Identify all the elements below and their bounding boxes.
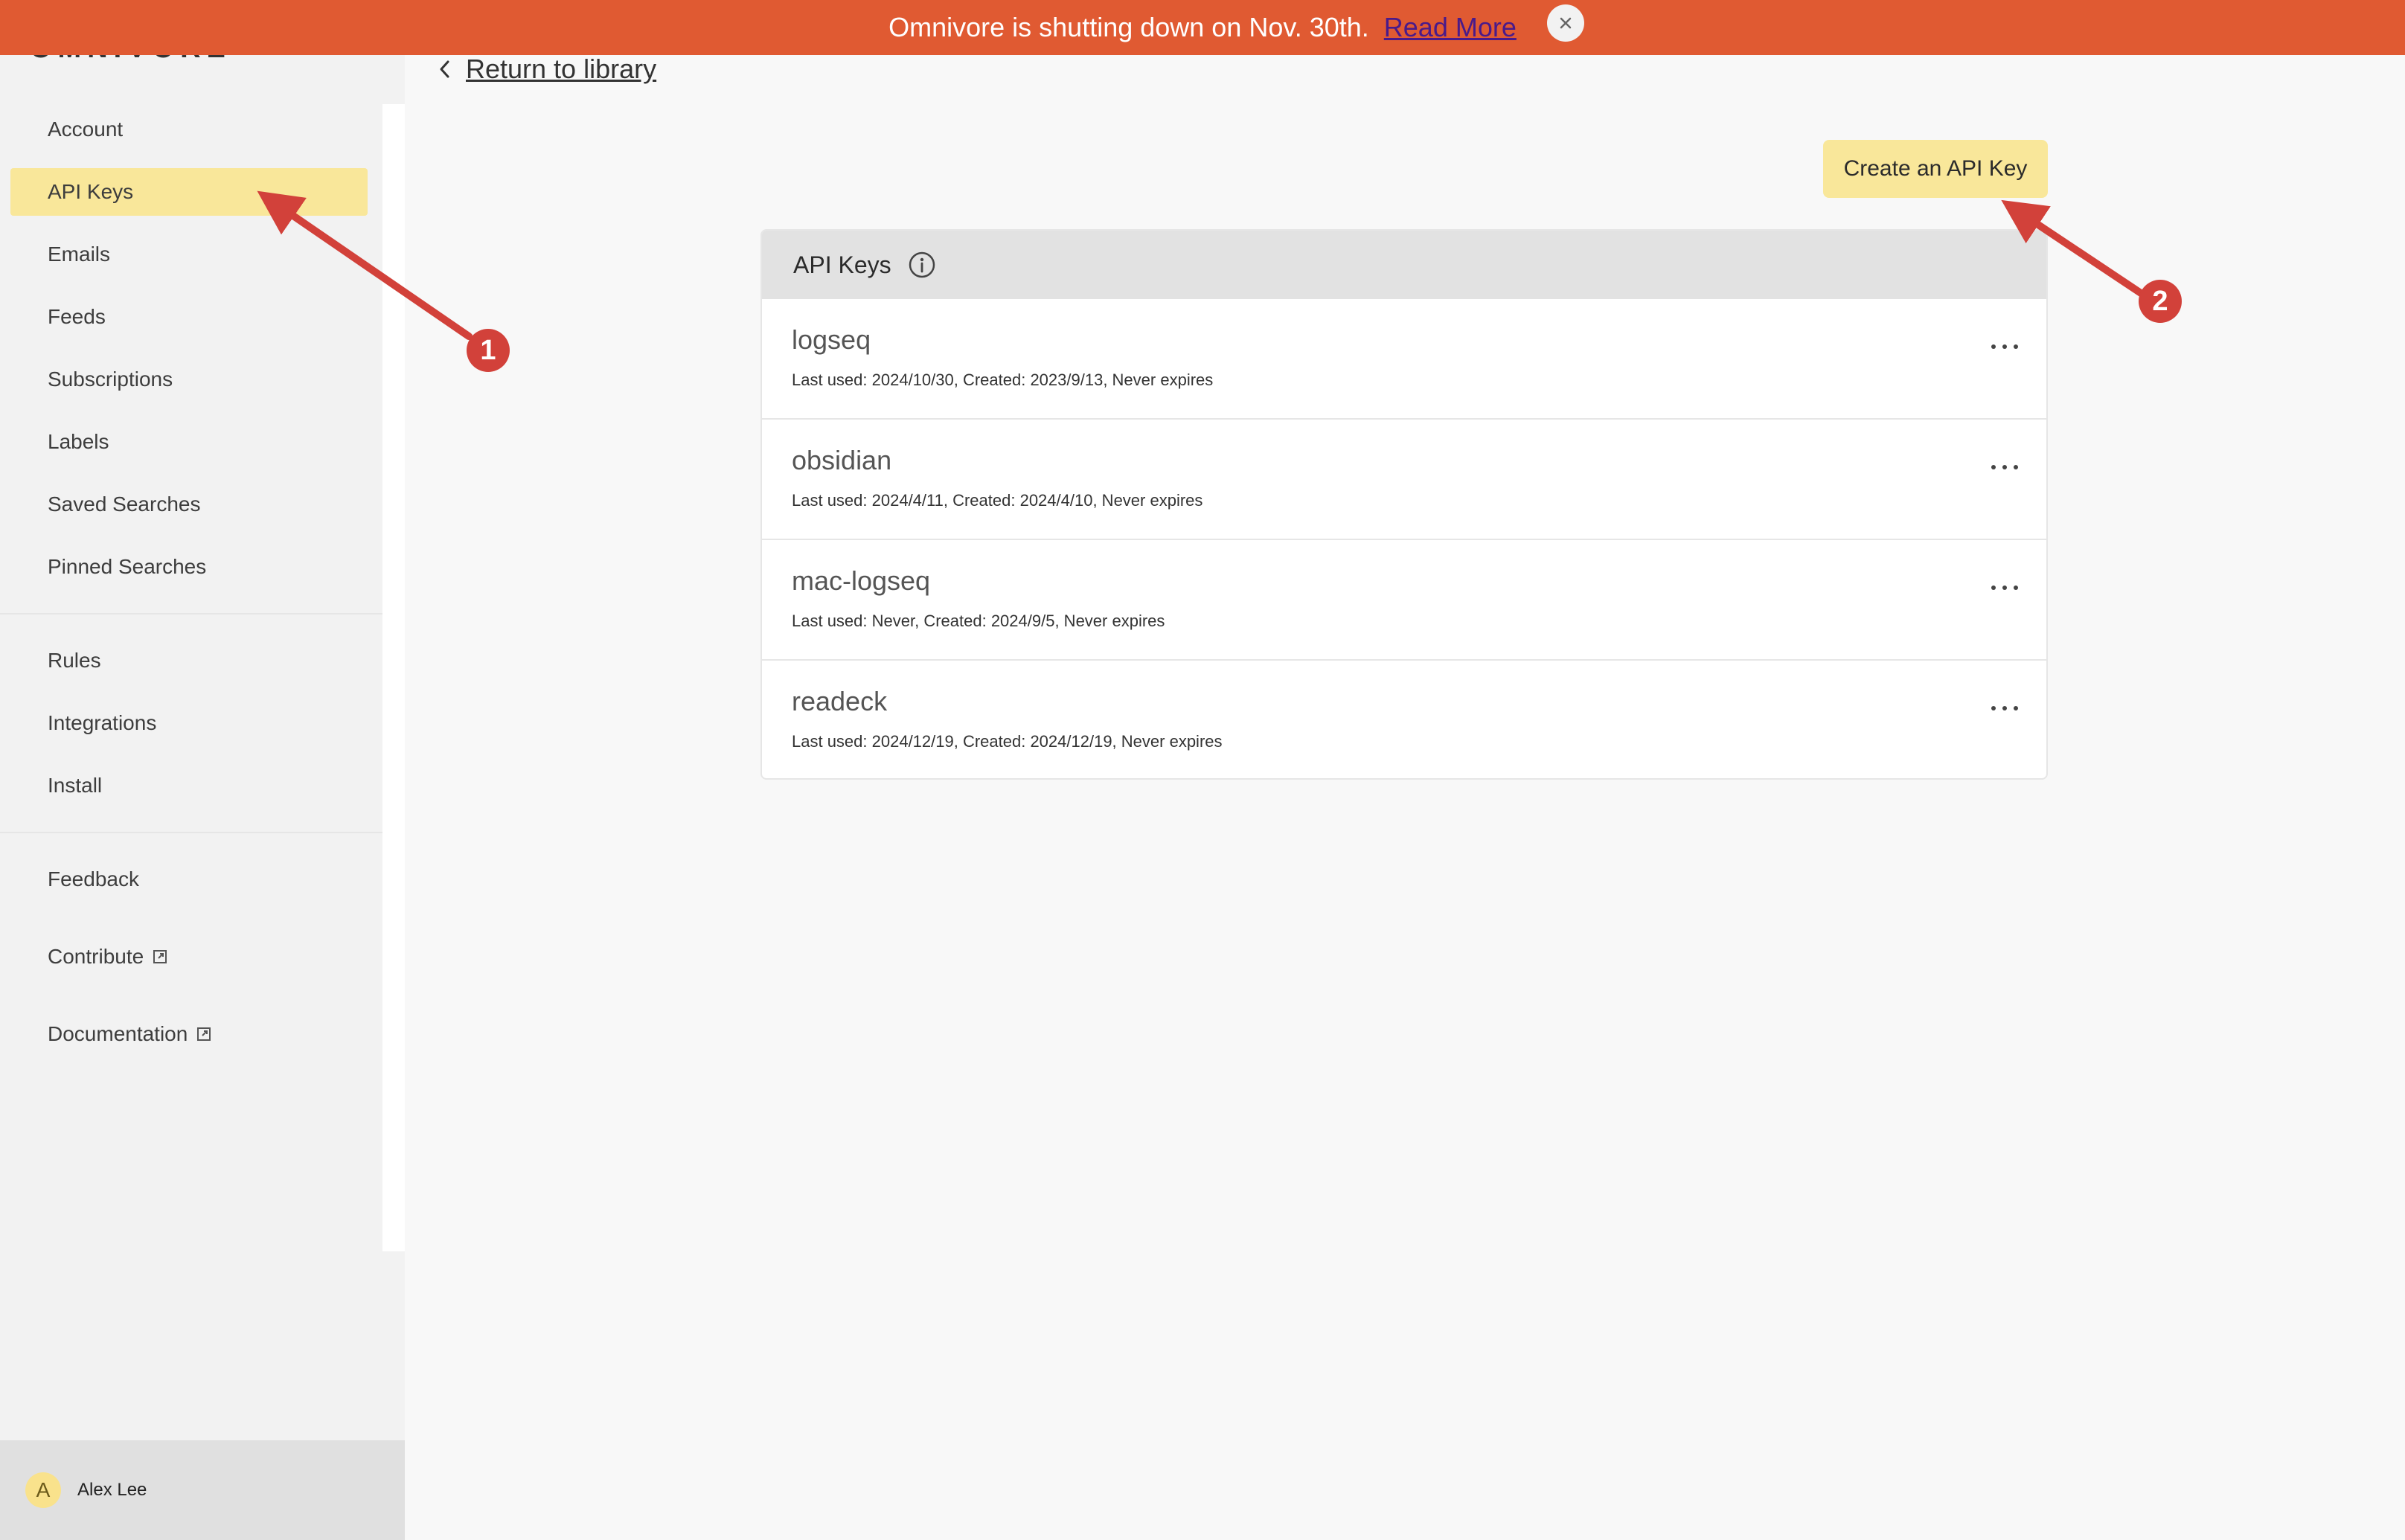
sidebar-item-label: Saved Searches [48, 493, 201, 516]
sidebar-item-label: Feedback [48, 867, 139, 891]
info-icon[interactable] [908, 251, 936, 279]
api-key-name: mac-logseq [792, 565, 931, 596]
api-key-name: logseq [792, 324, 871, 355]
more-options-icon [1991, 585, 2018, 590]
user-name: Alex Lee [77, 1480, 147, 1500]
sidebar-item-subscriptions[interactable]: Subscriptions [10, 356, 368, 403]
sidebar-item-label: Subscriptions [48, 368, 173, 391]
return-to-library-label: Return to library [466, 54, 657, 84]
api-key-row: readeck Last used: 2024/12/19, Created: … [762, 661, 2046, 778]
sidebar-item-feeds[interactable]: Feeds [10, 293, 368, 341]
external-link-icon [153, 949, 167, 964]
shutdown-banner: Omnivore is shutting down on Nov. 30th. … [0, 0, 2405, 55]
sidebar-item-label: Documentation [48, 1022, 188, 1045]
api-key-row: obsidian Last used: 2024/4/11, Created: … [762, 420, 2046, 540]
sidebar-separator [0, 832, 382, 833]
sidebar-item-label: Emails [48, 243, 111, 266]
api-keys-header: API Keys [762, 231, 2046, 299]
more-options-icon [1991, 344, 2018, 349]
chevron-left-icon [440, 60, 449, 78]
sidebar-item-saved-searches[interactable]: Saved Searches [10, 481, 368, 528]
sidebar-divider [382, 104, 405, 1251]
sidebar-item-pinned-searches[interactable]: Pinned Searches [10, 543, 368, 591]
row-menu-button[interactable] [1982, 332, 2027, 362]
annotation-marker-2: 2 [2139, 280, 2182, 323]
sidebar-item-label: Feeds [48, 305, 106, 328]
external-link-icon [196, 1027, 211, 1042]
sidebar-item-feedback[interactable]: Feedback [10, 856, 368, 903]
sidebar-item-label: API Keys [48, 180, 134, 203]
panel-title: API Keys [793, 251, 891, 278]
sidebar-item-label: Install [48, 774, 103, 797]
api-key-name: obsidian [792, 445, 892, 475]
api-key-meta: Last used: 2024/4/11, Created: 2024/4/10… [792, 491, 1203, 510]
read-more-link[interactable]: Read More [1384, 12, 1517, 43]
api-key-row: mac-logseq Last used: Never, Created: 20… [762, 540, 2046, 661]
sidebar-item-label: Account [48, 118, 124, 141]
banner-message: Omnivore is shutting down on Nov. 30th. [888, 12, 1369, 42]
more-options-icon [1991, 706, 2018, 710]
sidebar-item-labels[interactable]: Labels [10, 418, 368, 466]
banner-close-button[interactable] [1547, 4, 1584, 42]
sidebar-item-emails[interactable]: Emails [10, 231, 368, 278]
sidebar-item-account[interactable]: Account [10, 106, 368, 153]
sidebar-item-rules[interactable]: Rules [10, 637, 368, 684]
row-menu-button[interactable] [1982, 452, 2027, 482]
sidebar: OMNIVORE Account API Keys Emails Feeds S… [0, 0, 405, 1540]
api-key-name: readeck [792, 686, 888, 716]
sidebar-item-label: Integrations [48, 711, 157, 734]
sidebar-item-install[interactable]: Install [10, 762, 368, 809]
api-key-meta: Last used: Never, Created: 2024/9/5, Nev… [792, 612, 1165, 630]
api-key-meta: Last used: 2024/12/19, Created: 2024/12/… [792, 732, 1223, 751]
sidebar-item-contribute[interactable]: Contribute [10, 933, 368, 981]
annotation-marker-1: 1 [467, 329, 510, 372]
api-keys-panel: API Keys logseq Last used: 2024/10/30, C… [760, 229, 2048, 780]
close-icon [1560, 17, 1572, 29]
api-key-meta: Last used: 2024/10/30, Created: 2023/9/1… [792, 370, 1214, 389]
row-menu-button[interactable] [1982, 693, 2027, 723]
return-to-library-link[interactable]: Return to library [438, 54, 656, 85]
api-key-row: logseq Last used: 2024/10/30, Created: 2… [762, 299, 2046, 420]
avatar: A [25, 1472, 61, 1508]
create-api-key-button[interactable]: Create an API Key [1823, 140, 2048, 198]
row-menu-button[interactable] [1982, 573, 2027, 603]
sidebar-item-label: Labels [48, 430, 109, 453]
sidebar-item-label: Pinned Searches [48, 555, 207, 578]
more-options-icon [1991, 465, 2018, 469]
sidebar-item-api-keys[interactable]: API Keys [10, 168, 368, 216]
sidebar-item-documentation[interactable]: Documentation [10, 1010, 368, 1058]
sidebar-item-integrations[interactable]: Integrations [10, 699, 368, 747]
user-menu[interactable]: A Alex Lee [0, 1440, 405, 1540]
sidebar-separator [0, 613, 382, 615]
sidebar-item-label: Rules [48, 649, 101, 672]
sidebar-item-label: Contribute [48, 945, 144, 968]
